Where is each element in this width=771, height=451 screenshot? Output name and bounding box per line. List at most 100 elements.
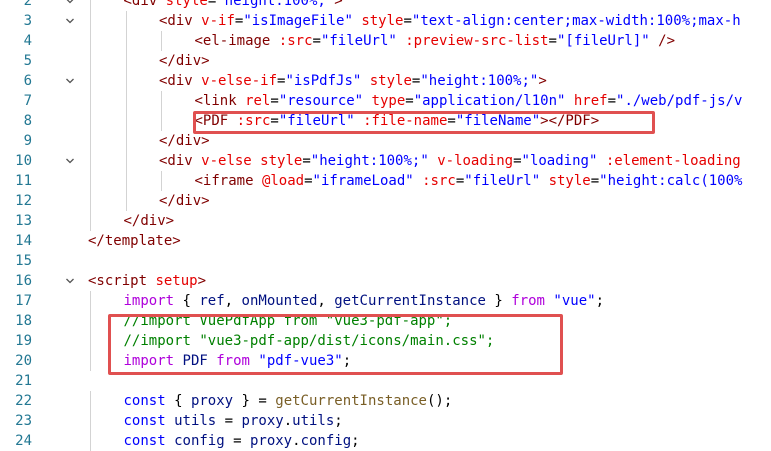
indent-guide	[161, 91, 162, 111]
fold-chevron-icon[interactable]	[64, 11, 76, 31]
code-line[interactable]: 9 </div>	[0, 131, 771, 151]
code-token: ,	[317, 293, 335, 309]
fold-chevron-icon[interactable]	[64, 0, 76, 11]
code-text: </div>	[159, 51, 210, 71]
code-line[interactable]: 4 <el-image :src="fileUrl" :preview-src-l…	[0, 31, 771, 51]
line-number: 15	[15, 253, 32, 269]
code-line[interactable]: 11 <iframe @load="iframeLoad" :src="fileU…	[0, 171, 771, 191]
code-token: <el-image	[194, 33, 279, 49]
code-token: <link	[194, 93, 246, 109]
code-token: v-else-if	[201, 73, 278, 89]
line-number: 19	[15, 333, 32, 349]
code-token: ;	[595, 293, 605, 309]
code-token: />	[658, 33, 675, 49]
code-line[interactable]: 13 </div>	[0, 211, 771, 231]
code-token: "application/l10n"	[413, 93, 566, 109]
code-line[interactable]: 22 const { proxy } = getCurrentInstance()…	[0, 391, 771, 411]
code-token: :file-name	[363, 113, 448, 129]
code-text: <link rel="resource" type="application/l…	[195, 91, 743, 111]
line-number: 8	[23, 113, 32, 129]
indent-guide	[90, 31, 91, 51]
code-token: rel	[245, 93, 271, 109]
fold-chevron-icon[interactable]	[64, 151, 76, 171]
code-line[interactable]: 19 //import "vue3-pdf-app/dist/icons/main…	[0, 331, 771, 351]
line-number: 13	[15, 213, 32, 229]
code-token: "isPdfJs"	[285, 73, 362, 89]
code-token: <div	[159, 73, 202, 89]
code-text: const { proxy } = getCurrentInstance();	[124, 391, 453, 411]
code-line[interactable]: 14 </template>	[0, 231, 771, 251]
code-line[interactable]: 6 <div v-else-if="isPdfJs" style="height:…	[0, 71, 771, 91]
code-token: //import VuePdfApp from "vue3-pdf-app";	[123, 313, 453, 329]
code-token: =	[405, 93, 414, 109]
code-text: <script setup>	[88, 271, 206, 291]
fold-chevron-icon[interactable]	[64, 71, 76, 91]
code-token: =	[607, 93, 617, 109]
indent-guide	[125, 51, 127, 71]
line-number: 16	[15, 273, 32, 289]
code-token: from	[216, 353, 250, 369]
code-token: v-if	[201, 13, 235, 29]
code-editor[interactable]: 2 <div style="height:100%;"> 3 <div v-if="i…	[0, 0, 771, 451]
code-line[interactable]: 10 <div v-else style="height:100%;" v-loa…	[0, 151, 771, 171]
code-token: "fileName"	[455, 113, 541, 129]
code-token: ></PDF>	[540, 113, 600, 129]
indent-guide	[90, 351, 91, 371]
line-number: 11	[15, 173, 32, 189]
indent-guide	[90, 171, 91, 191]
code-token: =	[403, 13, 412, 29]
code-line[interactable]: 2 <div style="height:100%;">	[0, 0, 771, 11]
line-number: 20	[15, 353, 32, 369]
code-line[interactable]: 24 const config = proxy.config;	[0, 431, 771, 451]
code-token: style	[361, 13, 404, 29]
code-token: v-loading	[437, 153, 514, 169]
code-line[interactable]: 18 //import VuePdfApp from "vue3-pdf-app"…	[0, 311, 771, 331]
code-text: const utils = proxy.utils;	[124, 411, 343, 431]
code-token: "pdf-vue3"	[258, 353, 343, 369]
code-text: </template>	[88, 231, 181, 251]
code-line[interactable]: 17 import { ref, onMounted, getCurrentIns…	[0, 291, 771, 311]
code-token: =	[312, 33, 321, 49]
code-line[interactable]: 23 const utils = proxy.utils;	[0, 411, 771, 431]
line-number: 9	[23, 133, 32, 149]
code-token: </div>	[159, 53, 210, 69]
code-token: =	[224, 433, 250, 449]
code-token: type	[371, 93, 406, 109]
indent-guide	[125, 191, 127, 211]
code-line[interactable]: 15	[0, 251, 771, 271]
line-number: 4	[23, 33, 32, 49]
code-line[interactable]: 21	[0, 371, 771, 391]
line-number: 23	[15, 413, 32, 429]
code-text: </div>	[159, 191, 210, 211]
indent-guide	[90, 131, 91, 151]
indent-guide	[90, 391, 91, 411]
fold-chevron-icon[interactable]	[64, 271, 76, 291]
code-token: import	[123, 293, 175, 309]
code-line[interactable]: 5 </div>	[0, 51, 771, 71]
line-number: 21	[15, 373, 32, 389]
code-text: import { ref, onMounted, getCurrentInsta…	[124, 291, 605, 311]
code-token: :src	[278, 33, 313, 49]
code-line[interactable]: 20 import PDF from "pdf-vue3";	[0, 351, 771, 371]
indent-guide	[125, 131, 127, 151]
line-number: 18	[15, 313, 32, 329]
code-line[interactable]: 16 <script setup>	[0, 271, 771, 291]
code-token: {	[165, 393, 191, 409]
indent-guide	[90, 191, 91, 211]
code-token: {	[174, 293, 200, 309]
code-token: ;	[342, 353, 352, 369]
indent-guide	[125, 151, 127, 171]
code-line[interactable]: 12 </div>	[0, 191, 771, 211]
indent-guide	[90, 291, 91, 311]
code-line[interactable]: 8 <PDF :src="fileUrl" :file-name="fileNam…	[0, 111, 771, 131]
code-token: "[fileUrl]"	[556, 33, 650, 49]
code-line[interactable]: 3 <div v-if="isImageFile" style="text-ali…	[0, 11, 771, 31]
code-token: </div>	[159, 133, 210, 149]
code-token: utils	[292, 413, 335, 429]
code-line[interactable]: 7 <link rel="resource" type="application/…	[0, 91, 771, 111]
indent-guide	[125, 31, 127, 51]
